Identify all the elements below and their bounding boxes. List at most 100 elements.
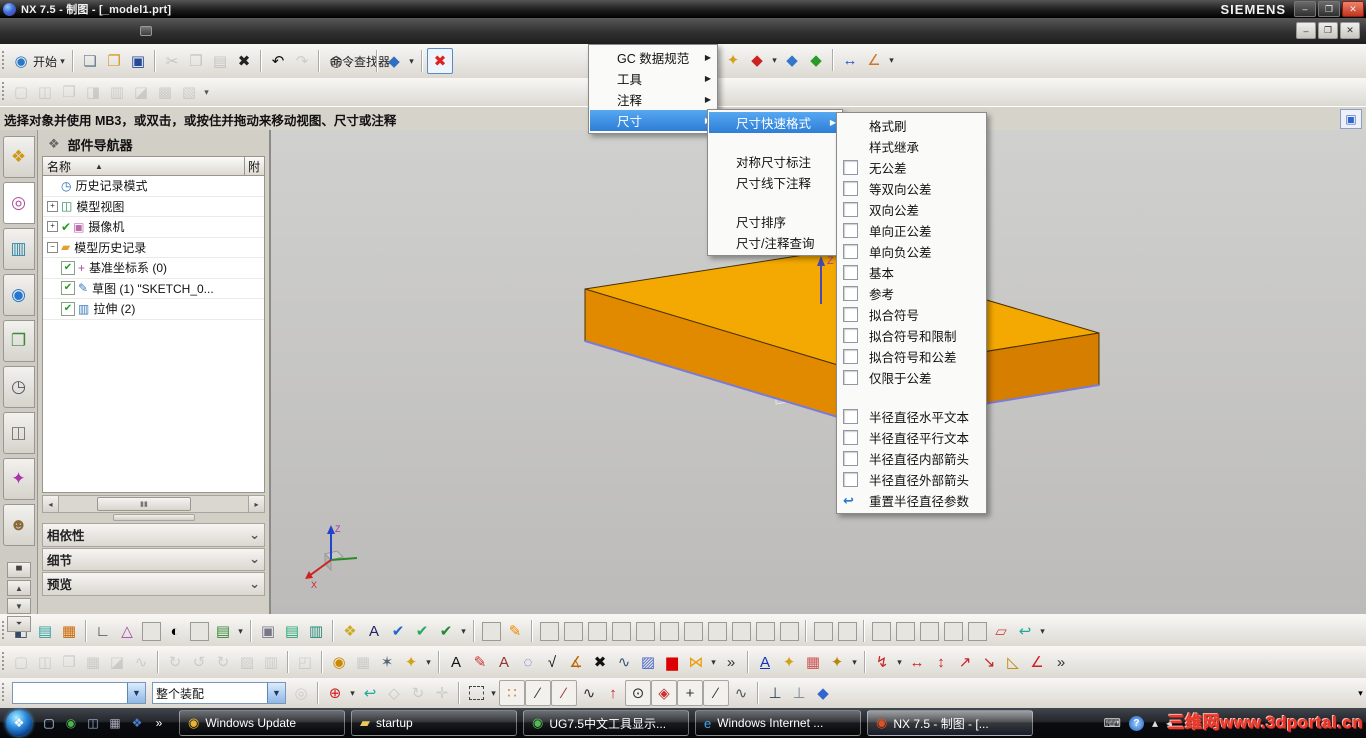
start-label[interactable]: 开始	[33, 49, 57, 73]
copy-button[interactable]: ❐	[184, 49, 208, 73]
menu-item[interactable]: ↩ 双向公差 ▶	[838, 199, 985, 220]
snap-point-on-curve-button[interactable]: ∕	[703, 680, 729, 706]
column-name-header[interactable]: 名称 ▲	[43, 158, 244, 175]
scroll-right-icon[interactable]: ▸	[248, 496, 264, 512]
checkbox-icon[interactable]	[843, 265, 858, 280]
image-button[interactable]: ▨	[235, 650, 259, 674]
toolbar-overflow-caret[interactable]: ▾	[1355, 681, 1366, 705]
menu-item[interactable]: ↩ 单向正公差 ▶	[838, 220, 985, 241]
paste-button[interactable]: ▤	[208, 49, 232, 73]
highlight-pen-button[interactable]: ✎	[503, 619, 527, 643]
pan-tool-button[interactable]: ✛	[430, 681, 454, 705]
menu-item[interactable]: 对称尺寸标注 ▶	[709, 151, 841, 172]
annotation-list-button[interactable]: ▤	[211, 619, 235, 643]
view-wizard-button[interactable]: ◫	[33, 650, 57, 674]
dropdown-caret[interactable]: ▾	[347, 681, 358, 705]
autodimension-button[interactable]: ↯	[870, 650, 894, 674]
roles-tab[interactable]: ☻	[2, 504, 35, 546]
text-style-button[interactable]: A	[753, 650, 777, 674]
menu-item[interactable]	[140, 26, 152, 36]
dropdown-caret[interactable]: ▾	[886, 48, 897, 72]
checkbox-icon[interactable]	[843, 181, 858, 196]
dropdown-caret[interactable]: ▾	[849, 650, 860, 674]
menu-item[interactable]	[90, 27, 100, 35]
rotate-view-button[interactable]: ↻	[163, 650, 187, 674]
assembly-navigator-tab[interactable]: ❖	[2, 136, 35, 178]
new-file-button[interactable]: ❏	[78, 49, 102, 73]
check-tool-button[interactable]: ✔	[410, 619, 434, 643]
rotate-view-3-button[interactable]: ↻	[211, 650, 235, 674]
tab-collapse-button[interactable]: ▀	[7, 562, 31, 578]
chain-button[interactable]: ∿	[129, 650, 153, 674]
checkbox-icon[interactable]	[843, 286, 858, 301]
information-window-button[interactable]: ◆	[382, 49, 406, 73]
style-key-button[interactable]: ✦	[777, 650, 801, 674]
combo-dropdown-icon[interactable]: ▼	[127, 683, 145, 703]
play-annotation-button[interactable]: ◆	[745, 48, 769, 72]
menu-item[interactable]: 尺寸线下注释 ▶	[709, 172, 841, 193]
media-player-icon[interactable]: ◉	[62, 714, 80, 732]
computer-icon[interactable]: ◫	[84, 714, 102, 732]
tree-model-history[interactable]: − ✔ ✔ ▰ 模型历史记录	[43, 238, 264, 258]
dropdown-caret[interactable]: ▾	[57, 49, 68, 73]
zoom-detail-button[interactable]: ◌	[516, 650, 540, 674]
eraser-text-button[interactable]: A	[492, 650, 516, 674]
undo-button[interactable]: ↶	[266, 49, 290, 73]
menu-item[interactable]: 尺寸 ▶	[590, 110, 716, 131]
menu-item[interactable]: ↩ 半径直径水平文本 ▶	[838, 406, 985, 427]
tree-datum-csys[interactable]: ✔ ✔ + 基准坐标系 (0)	[43, 258, 264, 279]
help-icon[interactable]: ?	[1128, 715, 1144, 731]
datum-csys-button[interactable]: ∟	[91, 619, 115, 643]
blank-button[interactable]	[657, 619, 681, 643]
overflow-button[interactable]: »	[1049, 650, 1073, 674]
area-fill-button[interactable]: ▆	[660, 650, 684, 674]
tab-expand-button[interactable]: ⏷	[7, 616, 31, 632]
crosshatch-button[interactable]: ▨	[636, 650, 660, 674]
menu-item[interactable]: 尺寸排序 ▶	[709, 211, 841, 232]
menu-item[interactable]: ↩ 拟合符号和公差 ▶	[838, 346, 985, 367]
delete-button[interactable]: ✖	[232, 49, 256, 73]
base-view-button[interactable]: ❐	[57, 650, 81, 674]
menu-item[interactable]: ↩ 拟合符号和限制 ▶	[838, 325, 985, 346]
menu-item[interactable]: 尺寸快速格式 ▶	[709, 112, 841, 133]
menu-item[interactable]: ↩ 仅限于公差 ▶	[838, 367, 985, 388]
weld-symbol-button[interactable]: ⋈	[684, 650, 708, 674]
checkbox-icon[interactable]	[843, 370, 858, 385]
tree-model-views[interactable]: + ✔ ✔ ◫ 模型视图	[43, 197, 264, 217]
checkbox-icon[interactable]: ✔	[61, 260, 75, 275]
checkbox-icon[interactable]	[843, 451, 858, 466]
snap-quadrant-button[interactable]: ◈	[651, 680, 677, 706]
menu-item[interactable]	[110, 27, 120, 35]
find-component-button[interactable]: ◎	[289, 681, 313, 705]
scrollbar-thumb[interactable]: ▮▮	[97, 497, 191, 511]
process-studio-tab[interactable]: ◫	[2, 412, 35, 454]
cross-out-button[interactable]: ✖	[588, 650, 612, 674]
note-text-button[interactable]: A	[444, 650, 468, 674]
checkbox-icon[interactable]	[843, 472, 858, 487]
check-box-button[interactable]: ✔	[434, 619, 458, 643]
menu-item[interactable]	[60, 27, 70, 35]
break-view-button[interactable]: ◪	[129, 80, 153, 104]
menu-item[interactable]	[130, 27, 140, 35]
mdi-restore-button[interactable]: ❐	[1318, 22, 1338, 39]
tools-graph-button[interactable]: ✶	[375, 650, 399, 674]
task-ug-tool[interactable]: ◉ UG7.5中文工具显示...	[523, 710, 689, 736]
redo-button[interactable]: ↷	[290, 49, 314, 73]
command-finder-label[interactable]: 命令查找器	[330, 49, 390, 73]
menu-item[interactable]	[120, 27, 130, 35]
base-view-button[interactable]: ❐	[57, 80, 81, 104]
blank-button[interactable]	[965, 619, 989, 643]
menu-item[interactable]: ↩ 半径直径内部箭头 ▶	[838, 448, 985, 469]
snap-center-button[interactable]: ⊙	[625, 680, 651, 706]
check-mate-button[interactable]: ✔	[386, 619, 410, 643]
blank-button[interactable]	[941, 619, 965, 643]
panel-splitter[interactable]	[42, 513, 265, 522]
menu-item[interactable]	[40, 27, 50, 35]
checkbox-icon[interactable]	[843, 430, 858, 445]
section-view-button[interactable]: ▥	[105, 80, 129, 104]
snap-multiple-button[interactable]: ∷	[499, 680, 525, 706]
wcs-orient-button[interactable]: ⊥	[763, 681, 787, 705]
blank-button[interactable]	[537, 619, 561, 643]
quicklaunch-overflow[interactable]: »	[150, 714, 168, 732]
expander-icon[interactable]: −	[47, 241, 58, 253]
